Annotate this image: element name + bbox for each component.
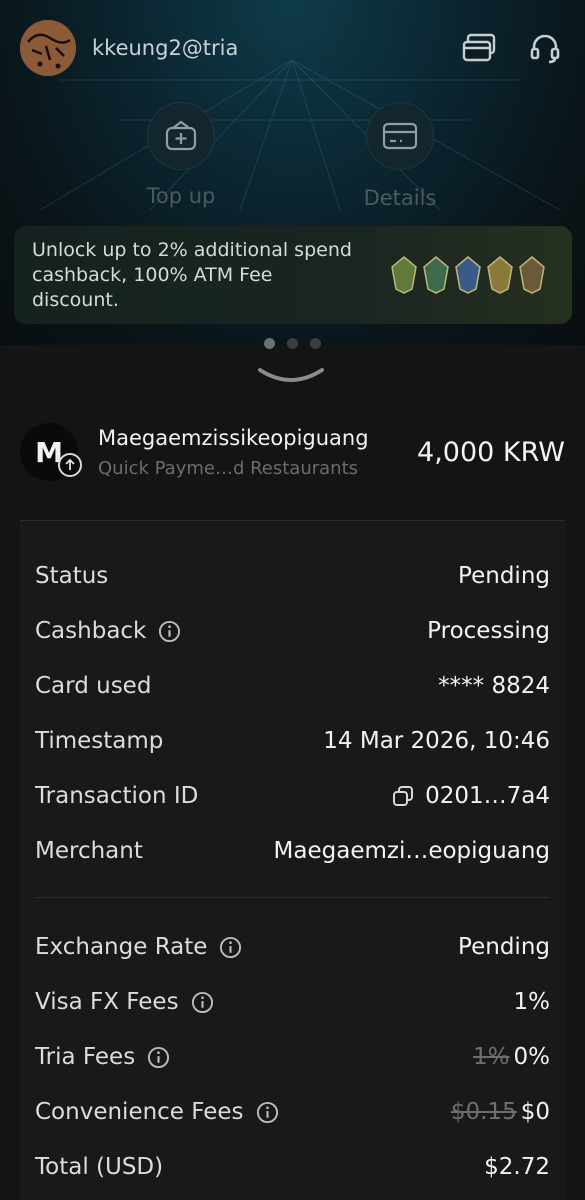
visa-fx-fees-label: Visa FX Fees [35, 989, 179, 1015]
cashback-label: Cashback [35, 618, 147, 644]
divider [35, 897, 550, 898]
promo-banner[interactable]: Unlock up to 2% additional spend cashbac… [14, 226, 572, 324]
badge-icon [487, 256, 513, 294]
visa-fx-fees-value: 1% [513, 989, 551, 1015]
info-icon[interactable] [191, 991, 214, 1014]
merchant-value: Maegaemzi…eopiguang [273, 838, 550, 864]
merchant-row: Merchant Maegaemzi…eopiguang [35, 831, 550, 871]
status-value: Pending [458, 563, 550, 589]
badge-icon [455, 256, 481, 294]
wallet-plus-icon [147, 102, 215, 170]
top-up-label: Top up [146, 184, 216, 208]
details-card: Status Pending Cashback Processing Card … [20, 521, 565, 1200]
badge-icon [519, 256, 545, 294]
transaction-id-label: Transaction ID [35, 783, 199, 809]
card-used-row: Card used **** 8824 [35, 666, 550, 706]
convenience-fees-value: $0 [520, 1099, 550, 1125]
status-row: Status Pending [35, 556, 550, 596]
badge-icon [391, 256, 417, 294]
card-used-label: Card used [35, 673, 152, 699]
exchange-rate-value: Pending [458, 934, 550, 960]
details-action[interactable]: Details [330, 102, 470, 210]
tier-badges [390, 255, 546, 295]
visa-fx-fees-row: Visa FX Fees 1% [35, 982, 550, 1022]
quick-actions: Top up Details [0, 102, 585, 214]
top-bar: kkeung2@tria [20, 20, 565, 76]
card-icon [366, 102, 434, 170]
timestamp-row: Timestamp 14 Mar 2026, 10:46 [35, 721, 550, 761]
transaction-amount: 4,000 KRW [417, 436, 565, 468]
status-label: Status [35, 563, 109, 589]
transaction-id-row: Transaction ID 0201…7a4 [35, 776, 550, 816]
card-stack-icon[interactable] [459, 28, 499, 68]
carousel-dots [0, 338, 585, 349]
carousel-dot[interactable] [264, 338, 275, 349]
chevron-down-icon[interactable] [256, 364, 326, 386]
details-label: Details [363, 186, 437, 210]
tria-fees-old-value: 1% [473, 1044, 510, 1070]
carousel-dot[interactable] [310, 338, 321, 349]
total-value: $2.72 [484, 1154, 550, 1180]
tria-fees-value: 0% [513, 1044, 551, 1070]
transaction-summary: M Maegaemzissikeopiguang Quick Payme…d R… [20, 418, 565, 486]
card-used-value: **** 8824 [438, 673, 550, 699]
cashback-value: Processing [427, 618, 550, 644]
copy-icon[interactable] [391, 784, 415, 808]
merchant-label: Merchant [35, 838, 143, 864]
tria-fees-row: Tria Fees 1% 0% [35, 1037, 550, 1077]
info-icon[interactable] [256, 1101, 279, 1124]
convenience-fees-row: Convenience Fees $0.15 $0 [35, 1092, 550, 1132]
top-up-action[interactable]: Top up [111, 102, 251, 208]
tria-fees-label: Tria Fees [35, 1044, 136, 1070]
exchange-rate-row: Exchange Rate Pending [35, 927, 550, 967]
merchant-avatar: M [20, 423, 82, 481]
merchant-category: Quick Payme…d Restaurants [98, 457, 359, 479]
total-row: Total (USD) $2.72 [35, 1147, 550, 1187]
badge-icon [423, 256, 449, 294]
info-icon[interactable] [158, 620, 181, 643]
cashback-row: Cashback Processing [35, 611, 550, 651]
carousel-dot[interactable] [287, 338, 298, 349]
merchant-name: Maegaemzissikeopiguang [98, 425, 369, 450]
info-icon[interactable] [219, 936, 242, 959]
arrow-up-icon [58, 453, 82, 477]
convenience-fees-label: Convenience Fees [35, 1099, 244, 1125]
exchange-rate-label: Exchange Rate [35, 934, 208, 960]
timestamp-label: Timestamp [35, 728, 164, 754]
info-icon[interactable] [147, 1046, 170, 1069]
headset-icon[interactable] [525, 28, 565, 68]
user-avatar[interactable] [20, 20, 76, 76]
timestamp-value: 14 Mar 2026, 10:46 [323, 728, 550, 754]
total-label: Total (USD) [35, 1154, 164, 1180]
convenience-fees-old-value: $0.15 [450, 1099, 517, 1125]
promo-text: Unlock up to 2% additional spend cashbac… [32, 238, 352, 311]
username: kkeung2@tria [92, 36, 239, 60]
transaction-id-value[interactable]: 0201…7a4 [425, 783, 550, 809]
